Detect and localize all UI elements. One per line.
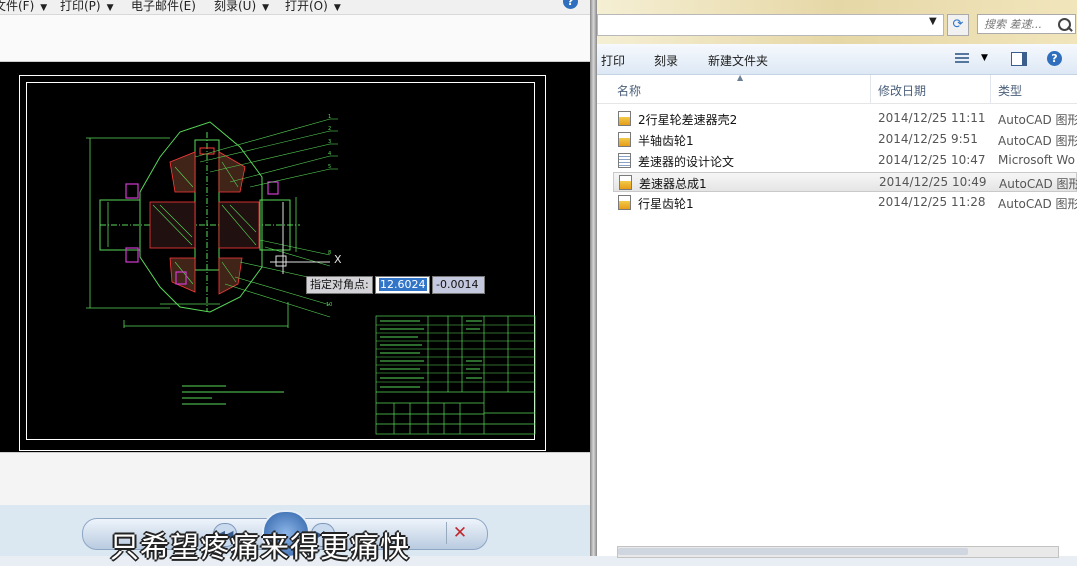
file-modified: 2014/12/25 11:11	[878, 111, 986, 125]
menu-email[interactable]: 电子邮件(E)	[131, 0, 196, 14]
menu-open-label: 打开(O)	[285, 0, 328, 13]
file-type: AutoCAD 图形	[998, 197, 1077, 211]
file-modified: 2014/12/25 10:47	[878, 153, 986, 167]
callout-label: 8	[328, 250, 332, 256]
column-modified[interactable]: 修改日期	[878, 82, 926, 99]
file-row[interactable]: 半轴齿轮1 2014/12/25 9:51 AutoCAD 图形	[613, 130, 1077, 150]
file-name: 差速器总成1	[639, 177, 707, 191]
differential-assembly-drawing	[86, 118, 536, 435]
new-folder-button[interactable]: 新建文件夹	[708, 52, 768, 69]
lyrics-subtitle: 只希望疼痛来得更痛快	[110, 530, 411, 564]
column-separator[interactable]	[990, 75, 991, 103]
explorer-toolbar: 打印 刻录 新建文件夹 ▼ ?	[597, 44, 1077, 75]
callout-label: 4	[328, 151, 332, 157]
chevron-down-icon[interactable]: ▼	[929, 16, 937, 27]
chevron-down-icon[interactable]: ▼	[981, 53, 988, 63]
file-type: AutoCAD 图形	[998, 113, 1077, 127]
scrollbar-thumb[interactable]	[618, 548, 968, 555]
callout-label: 5	[328, 164, 332, 170]
callout-label: 1	[328, 114, 332, 120]
window-divider	[590, 0, 597, 556]
cursor-axis-label: X	[334, 253, 342, 266]
cad-status-area	[0, 452, 590, 506]
menu-burn-label: 刻录(U)	[214, 0, 257, 13]
sort-ascending-icon: ▲	[737, 73, 744, 82]
menu-file-label: 文件(F)	[0, 0, 35, 13]
file-type: AutoCAD 图形	[998, 134, 1077, 148]
horizontal-scrollbar[interactable]	[617, 546, 1059, 558]
file-type: Microsoft Wo	[998, 153, 1075, 167]
views-icon[interactable]	[955, 53, 969, 64]
menu-burn[interactable]: 刻录(U) ▼	[214, 0, 269, 14]
chevron-down-icon: ▼	[333, 3, 341, 13]
file-row[interactable]: 2行星轮差速器壳2 2014/12/25 11:11 AutoCAD 图形	[613, 109, 1077, 129]
file-name: 半轴齿轮1	[638, 134, 694, 148]
menu-open[interactable]: 打开(O) ▼	[285, 0, 341, 14]
cad-menubar: 文件(F) ▼ 打印(P) ▼ 电子邮件(E) 刻录(U) ▼ 打开(O) ▼ ?	[0, 0, 596, 15]
file-modified: 2014/12/25 9:51	[878, 132, 978, 146]
file-row[interactable]: 行星齿轮1 2014/12/25 11:28 AutoCAD 图形	[613, 193, 1077, 213]
search-icon[interactable]	[1058, 18, 1071, 31]
burn-button[interactable]: 刻录	[654, 52, 678, 69]
refresh-icon[interactable]: ⟳	[947, 14, 969, 36]
column-name[interactable]: 名称	[617, 82, 641, 99]
help-icon[interactable]: ?	[1047, 51, 1062, 66]
y-coordinate-input[interactable]: -0.0014	[432, 276, 485, 294]
explorer-window: ▼ ⟳ 搜索 差速... 打印 刻录 新建文件夹 ▼ ? ▲ 名称 修改日期 类…	[597, 0, 1077, 558]
file-name: 差速器的设计论文	[638, 155, 735, 169]
cad-toolbar-area	[0, 15, 590, 62]
column-type[interactable]: 类型	[998, 82, 1022, 99]
callout-label: 10	[326, 302, 333, 308]
cad-drawing-canvas[interactable]: 1 2 3 4 5 8 9 10 X 指定对角点: 12.6024 -0.001…	[0, 62, 590, 452]
print-button[interactable]: 打印	[601, 52, 625, 69]
cad-viewer-window: 文件(F) ▼ 打印(P) ▼ 电子邮件(E) 刻录(U) ▼ 打开(O) ▼ ?	[0, 0, 596, 556]
autocad-file-icon	[618, 111, 631, 126]
chevron-down-icon: ▼	[40, 3, 48, 13]
search-placeholder: 搜索 差速...	[984, 18, 1042, 31]
file-row[interactable]: 差速器的设计论文 2014/12/25 10:47 Microsoft Wo	[613, 151, 1077, 171]
explorer-address-band: ▼ ⟳ 搜索 差速...	[597, 0, 1077, 44]
search-input[interactable]: 搜索 差速...	[977, 14, 1076, 34]
menu-email-label: 电子邮件(E)	[131, 0, 196, 13]
preview-pane-icon[interactable]	[1011, 52, 1027, 66]
autocad-file-icon	[619, 175, 632, 190]
x-coordinate-input[interactable]: 12.6024	[375, 276, 430, 294]
file-name: 行星齿轮1	[638, 197, 694, 211]
menu-print[interactable]: 打印(P) ▼	[60, 0, 114, 14]
menu-file[interactable]: 文件(F) ▼	[0, 0, 47, 14]
chevron-down-icon: ▼	[106, 3, 114, 13]
autocad-file-icon	[618, 132, 631, 147]
address-bar[interactable]	[597, 14, 944, 36]
autocad-file-icon	[618, 195, 631, 210]
command-prompt-label: 指定对角点:	[306, 276, 373, 294]
column-separator[interactable]	[870, 75, 871, 103]
column-headers: ▲ 名称 修改日期 类型	[597, 73, 1077, 104]
file-name: 2行星轮差速器壳2	[638, 113, 738, 127]
word-document-icon	[618, 153, 631, 168]
file-modified: 2014/12/25 11:28	[878, 195, 986, 209]
file-row-selected[interactable]: 差速器总成1 2014/12/25 10:49 AutoCAD 图形	[613, 172, 1077, 192]
callout-label: 2	[328, 126, 332, 132]
file-modified: 2014/12/25 10:49	[879, 175, 987, 189]
media-close-button[interactable]: ✕	[446, 522, 473, 544]
file-type: AutoCAD 图形	[999, 177, 1077, 191]
menu-print-label: 打印(P)	[60, 0, 101, 13]
x-coordinate-value: 12.6024	[379, 278, 427, 291]
help-icon[interactable]: ?	[563, 0, 578, 9]
chevron-down-icon: ▼	[262, 3, 270, 13]
callout-label: 3	[328, 139, 332, 145]
